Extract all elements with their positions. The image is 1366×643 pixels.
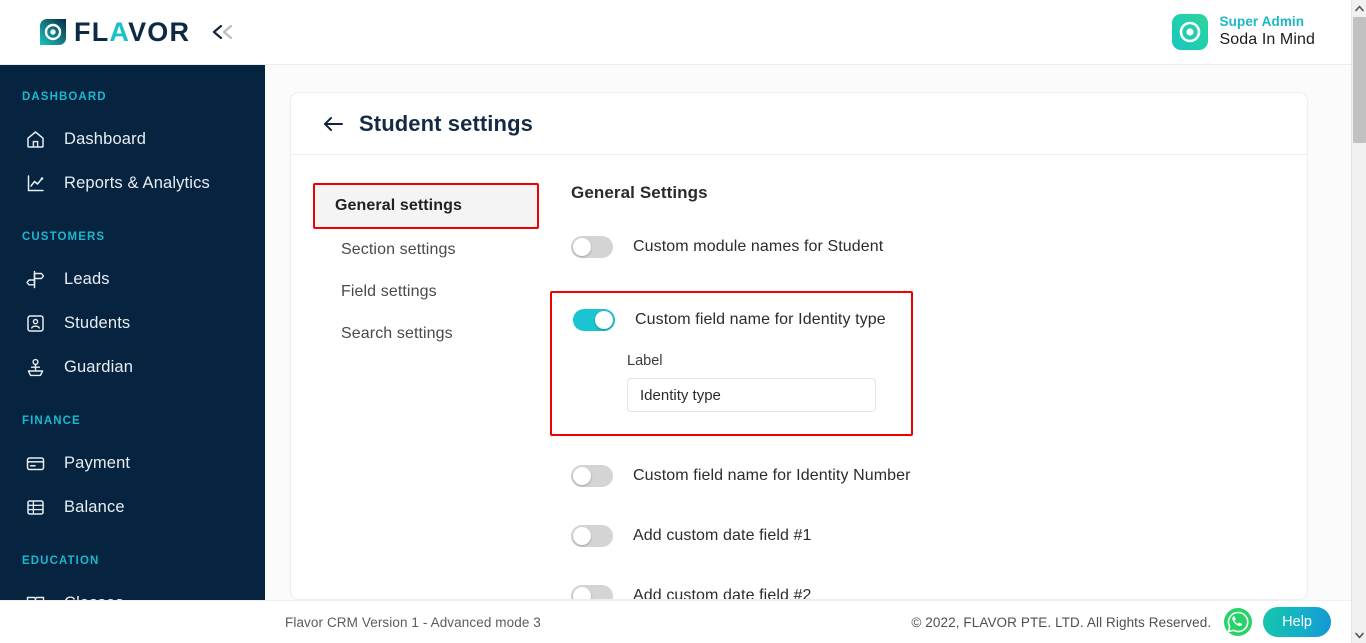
home-icon: [24, 128, 46, 150]
chevron-down-icon[interactable]: [1352, 627, 1366, 643]
stacked-ledger-icon: [24, 496, 46, 518]
toggle-knob: [573, 467, 591, 485]
card-body: General settings Section settings Field …: [291, 155, 1307, 600]
settings-card: Student settings General settings Sectio…: [290, 92, 1308, 600]
tab-general-settings[interactable]: General settings: [313, 183, 539, 229]
arrow-left-icon[interactable]: [322, 114, 344, 134]
nav-group-title-finance: FINANCE: [22, 415, 81, 427]
option-label: Custom field name for Identity Number: [633, 467, 911, 484]
user-profile[interactable]: Super Admin Soda In Mind: [1171, 14, 1351, 51]
help-button[interactable]: Help: [1263, 607, 1331, 637]
sidebar-item-classes[interactable]: Classes: [0, 581, 265, 600]
page-title: Student settings: [359, 110, 533, 136]
nav-group-title-customers: CUSTOMERS: [22, 231, 106, 243]
sidebar-item-guardian[interactable]: Guardian: [0, 345, 265, 389]
person-podium-icon: [24, 356, 46, 378]
toggle-line: Custom field name for Identity type: [573, 309, 891, 331]
sidebar-item-label: Payment: [64, 453, 131, 472]
option-label: Custom field name for Identity type: [635, 311, 886, 328]
option-label: Custom module names for Student: [633, 238, 884, 255]
option-label: Add custom date field #1: [633, 527, 812, 544]
nav-group-title-education: EDUCATION: [22, 555, 100, 567]
tab-label: Search settings: [341, 325, 453, 342]
user-text: Super Admin Soda In Mind: [1220, 14, 1315, 51]
sidebar-item-students[interactable]: Students: [0, 301, 265, 345]
main-content: Student settings General settings Sectio…: [265, 65, 1351, 600]
body-row: DASHBOARD Dashboard Reports & Analytics …: [0, 65, 1351, 600]
user-name: Soda In Mind: [1219, 31, 1315, 49]
option-row-custom-date-field-2: Add custom date field #2: [571, 580, 1307, 600]
option-row-custom-date-field-1: Add custom date field #1: [571, 520, 1307, 552]
credit-card-icon: [24, 452, 46, 474]
option-row-custom-field-identity-number: Custom field name for Identity Number: [571, 460, 1307, 492]
footer-right: © 2022, FLAVOR PTE. LTD. All Rights Rese…: [911, 607, 1351, 637]
sidebar-item-label: Balance: [64, 497, 125, 516]
toggle-custom-module-names[interactable]: [571, 236, 613, 258]
open-book-icon: [24, 592, 46, 600]
tab-label: General settings: [335, 197, 462, 214]
nav-group-customers: CUSTOMERS Leads Students Guardian: [0, 231, 265, 389]
brand-area: FLAVOR: [0, 16, 236, 47]
sidebar-item-balance[interactable]: Balance: [0, 485, 265, 529]
sidebar-item-label: Guardian: [64, 357, 134, 376]
sidebar-item-label: Leads: [64, 269, 110, 288]
help-button-label: Help: [1282, 614, 1312, 630]
option-row-custom-field-identity-type: Custom field name for Identity type Labe…: [550, 291, 913, 436]
tab-field-settings[interactable]: Field settings: [321, 271, 550, 313]
card-header: Student settings: [291, 93, 1307, 155]
settings-tab-list: General settings Section settings Field …: [291, 183, 550, 599]
toggle-custom-date-field-2[interactable]: [571, 585, 613, 599]
toggle-custom-date-field-1[interactable]: [571, 525, 613, 547]
sidebar-item-label: Dashboard: [64, 129, 147, 148]
toggle-knob: [573, 238, 591, 256]
brand-accent: A: [109, 16, 129, 47]
signpost-icon: [24, 268, 46, 290]
footer: Flavor CRM Version 1 - Advanced mode 3 ©…: [0, 600, 1351, 643]
sidebar-item-label: Reports & Analytics: [64, 173, 210, 192]
id-card-person-icon: [24, 312, 46, 334]
page-scrollbar[interactable]: [1351, 0, 1366, 643]
flavor-logo-icon: [40, 19, 66, 45]
app-version: Flavor CRM Version 1 - Advanced mode 3: [285, 614, 541, 630]
circle-target-avatar-icon: [1171, 14, 1208, 50]
sidebar-item-dashboard[interactable]: Dashboard: [0, 117, 265, 161]
tab-label: Field settings: [341, 283, 437, 300]
chart-line-icon: [24, 172, 46, 194]
sidebar-item-label: Students: [64, 313, 131, 332]
scrollbar-thumb[interactable]: [1353, 17, 1366, 143]
whatsapp-icon[interactable]: [1223, 607, 1253, 637]
sidebar-item-leads[interactable]: Leads: [0, 257, 265, 301]
nav-group-dashboard: DASHBOARD Dashboard Reports & Analytics: [0, 91, 265, 205]
double-chevron-left-icon[interactable]: [210, 23, 236, 41]
tab-section-settings[interactable]: Section settings: [321, 229, 550, 271]
settings-panel: General Settings Custom module names for…: [550, 183, 1307, 600]
app-root: FLAVOR Super Admin Soda In Mind DASHBOAR…: [0, 0, 1366, 643]
top-bar: FLAVOR Super Admin Soda In Mind: [0, 0, 1351, 65]
tab-search-settings[interactable]: Search settings: [321, 313, 550, 355]
brand-prefix: FL: [74, 16, 110, 47]
toggle-custom-field-identity-type[interactable]: [573, 309, 615, 331]
toggle-knob: [573, 527, 591, 545]
identity-type-label: Label: [627, 353, 663, 369]
brand-suffix: VOR: [128, 16, 191, 47]
sidebar: DASHBOARD Dashboard Reports & Analytics …: [0, 65, 265, 600]
nav-group-title-dashboard: DASHBOARD: [22, 91, 107, 103]
option-row-custom-module-names: Custom module names for Student: [571, 231, 1307, 263]
user-role: Super Admin: [1219, 13, 1305, 29]
option-label: Add custom date field #2: [633, 587, 812, 600]
toggle-knob: [595, 311, 613, 329]
brand-wordmark: FLAVOR: [74, 16, 191, 47]
tab-label: Section settings: [341, 241, 456, 258]
toggle-knob: [573, 587, 591, 599]
identity-type-input[interactable]: [627, 378, 876, 412]
sidebar-item-payment[interactable]: Payment: [0, 441, 265, 485]
nav-group-education: EDUCATION Classes: [0, 555, 265, 600]
chevron-up-icon[interactable]: [1352, 0, 1366, 16]
copyright-text: © 2022, FLAVOR PTE. LTD. All Rights Rese…: [911, 614, 1212, 630]
nav-group-finance: FINANCE Payment Balance: [0, 415, 265, 529]
toggle-custom-field-identity-number[interactable]: [571, 465, 613, 487]
sidebar-item-reports-analytics[interactable]: Reports & Analytics: [0, 161, 265, 205]
section-title: General Settings: [571, 183, 708, 202]
